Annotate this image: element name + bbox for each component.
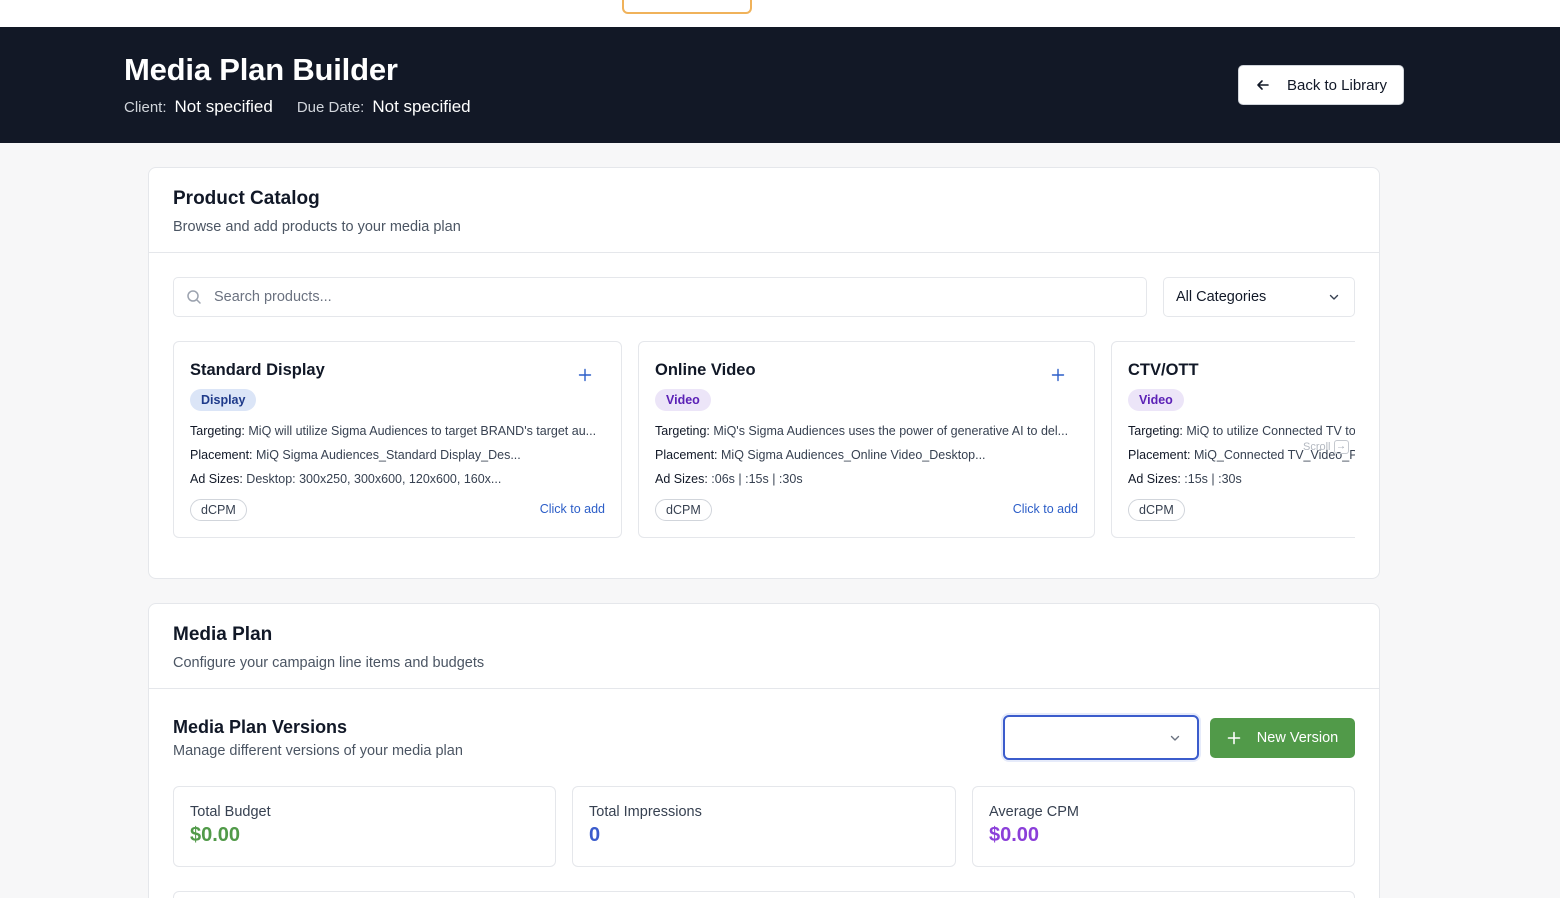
ad-sizes-row: Ad Sizes: Desktop: 300x250, 300x600, 120… <box>190 472 606 486</box>
pricing-pill: dCPM <box>190 499 247 521</box>
product-catalog-header: Product Catalog Browse and add products … <box>149 168 1379 253</box>
page-header: Media Plan Builder Client: Not specified… <box>0 27 1560 143</box>
product-name: Online Video <box>655 361 756 379</box>
active-tab-indicator[interactable] <box>622 0 752 14</box>
targeting-label: Targeting: <box>1128 424 1183 438</box>
ad-sizes-row: Ad Sizes: :15s | :30s <box>1128 472 1355 486</box>
category-badge: Display <box>190 389 257 411</box>
plus-icon <box>1227 731 1241 745</box>
media-plan-title: Media Plan <box>173 624 273 645</box>
ad-sizes-label: Ad Sizes: <box>655 472 708 486</box>
chevron-down-icon <box>1170 735 1180 741</box>
targeting-value: MiQ will utilize Sigma Audiences to targ… <box>248 424 597 438</box>
due-date-value: Not specified <box>372 97 471 116</box>
ad-sizes-row: Ad Sizes: :06s | :15s | :30s <box>655 472 1079 486</box>
placement-label: Placement: <box>1128 448 1191 462</box>
category-badge: Video <box>655 389 711 411</box>
total-budget-card: Total Budget $0.00 <box>173 786 556 867</box>
ad-sizes-value: :06s | :15s | :30s <box>711 472 803 486</box>
pricing-pill: dCPM <box>655 499 712 521</box>
targeting-label: Targeting: <box>655 424 710 438</box>
average-cpm-card: Average CPM $0.00 <box>972 786 1355 867</box>
arrow-left-icon <box>1257 80 1269 90</box>
stat-value: $0.00 <box>989 824 1040 846</box>
new-version-label: New Version <box>1256 730 1339 746</box>
placement-value: MiQ Sigma Audiences_Standard Display_Des… <box>256 448 521 462</box>
due-date-label: Due Date: <box>296 99 365 116</box>
click-to-add-link[interactable]: Click to add <box>1013 502 1078 516</box>
product-search-input[interactable] <box>214 289 1114 305</box>
placement-label: Placement: <box>655 448 718 462</box>
targeting-label: Targeting: <box>190 424 245 438</box>
versions-title: Media Plan Versions <box>173 717 348 737</box>
client-label: Client: <box>124 99 167 116</box>
product-catalog-panel: Product Catalog Browse and add products … <box>148 167 1380 579</box>
stat-label: Total Impressions <box>589 804 702 820</box>
product-catalog-title: Product Catalog <box>173 188 320 209</box>
click-to-add-link[interactable]: Click to add <box>540 502 605 516</box>
version-select[interactable] <box>1003 715 1199 760</box>
stat-value: 0 <box>589 824 601 846</box>
targeting-row: Targeting: MiQ to utilize Connected TV t… <box>1128 424 1355 438</box>
product-name: CTV/OTT <box>1128 361 1199 379</box>
placement-value: MiQ Sigma Audiences_Online Video_Desktop… <box>721 448 986 462</box>
chevron-down-icon <box>1329 294 1339 300</box>
plus-icon[interactable] <box>578 368 592 382</box>
client-value: Not specified <box>174 97 273 116</box>
product-card-online-video[interactable]: Online Video Video Targeting: MiQ's Sigm… <box>638 341 1095 538</box>
category-select-value: All Categories <box>1176 289 1267 305</box>
back-to-library-button[interactable]: Back to Library <box>1238 65 1404 105</box>
line-items-section <box>173 891 1355 898</box>
targeting-row: Targeting: MiQ's Sigma Audiences uses th… <box>655 424 1079 438</box>
media-plan-panel: Media Plan Configure your campaign line … <box>148 603 1380 898</box>
plus-icon[interactable] <box>1051 368 1065 382</box>
versions-subtitle: Manage different versions of your media … <box>173 743 463 759</box>
placement-row: Placement: MiQ Sigma Audiences_Online Vi… <box>655 448 1079 462</box>
ad-sizes-label: Ad Sizes: <box>190 472 243 486</box>
media-plan-header: Media Plan Configure your campaign line … <box>149 604 1379 689</box>
page-title: Media Plan Builder <box>124 52 398 87</box>
search-icon <box>187 290 201 304</box>
media-plan-subtitle: Configure your campaign line items and b… <box>173 655 485 671</box>
placement-row: Placement: MiQ Sigma Audiences_Standard … <box>190 448 606 462</box>
stat-value: $0.00 <box>190 824 241 846</box>
ad-sizes-label: Ad Sizes: <box>1128 472 1181 486</box>
category-badge: Video <box>1128 389 1184 411</box>
stat-label: Average CPM <box>989 804 1079 820</box>
new-version-button[interactable]: New Version <box>1210 718 1355 758</box>
product-catalog-subtitle: Browse and add products to your media pl… <box>173 219 461 235</box>
top-nav-bar <box>0 0 1560 27</box>
total-impressions-card: Total Impressions 0 <box>572 786 956 867</box>
category-select[interactable]: All Categories <box>1163 277 1355 317</box>
scroll-hint-label: Scroll <box>1303 441 1331 453</box>
back-to-library-label: Back to Library <box>1286 76 1388 94</box>
targeting-row: Targeting: MiQ will utilize Sigma Audien… <box>190 424 606 438</box>
ad-sizes-value: :15s | :30s <box>1184 472 1242 486</box>
pricing-pill: dCPM <box>1128 499 1185 521</box>
stat-label: Total Budget <box>190 804 271 820</box>
arrow-right-icon: → <box>1333 440 1349 454</box>
targeting-value: MiQ's Sigma Audiences uses the power of … <box>713 424 1069 438</box>
ad-sizes-value: Desktop: 300x250, 300x600, 120x600, 160x… <box>246 472 502 486</box>
product-search-field[interactable] <box>173 277 1147 317</box>
product-cards-scroller[interactable]: Standard Display Display Targeting: MiQ … <box>173 341 1355 539</box>
placement-label: Placement: <box>190 448 253 462</box>
product-card-standard-display[interactable]: Standard Display Display Targeting: MiQ … <box>173 341 622 538</box>
targeting-value: MiQ to utilize Connected TV to target BR… <box>1186 424 1355 438</box>
plan-meta: Client: Not specified Due Date: Not spec… <box>124 97 471 117</box>
product-name: Standard Display <box>190 361 325 379</box>
scroll-hint[interactable]: Scroll → <box>1303 440 1349 454</box>
